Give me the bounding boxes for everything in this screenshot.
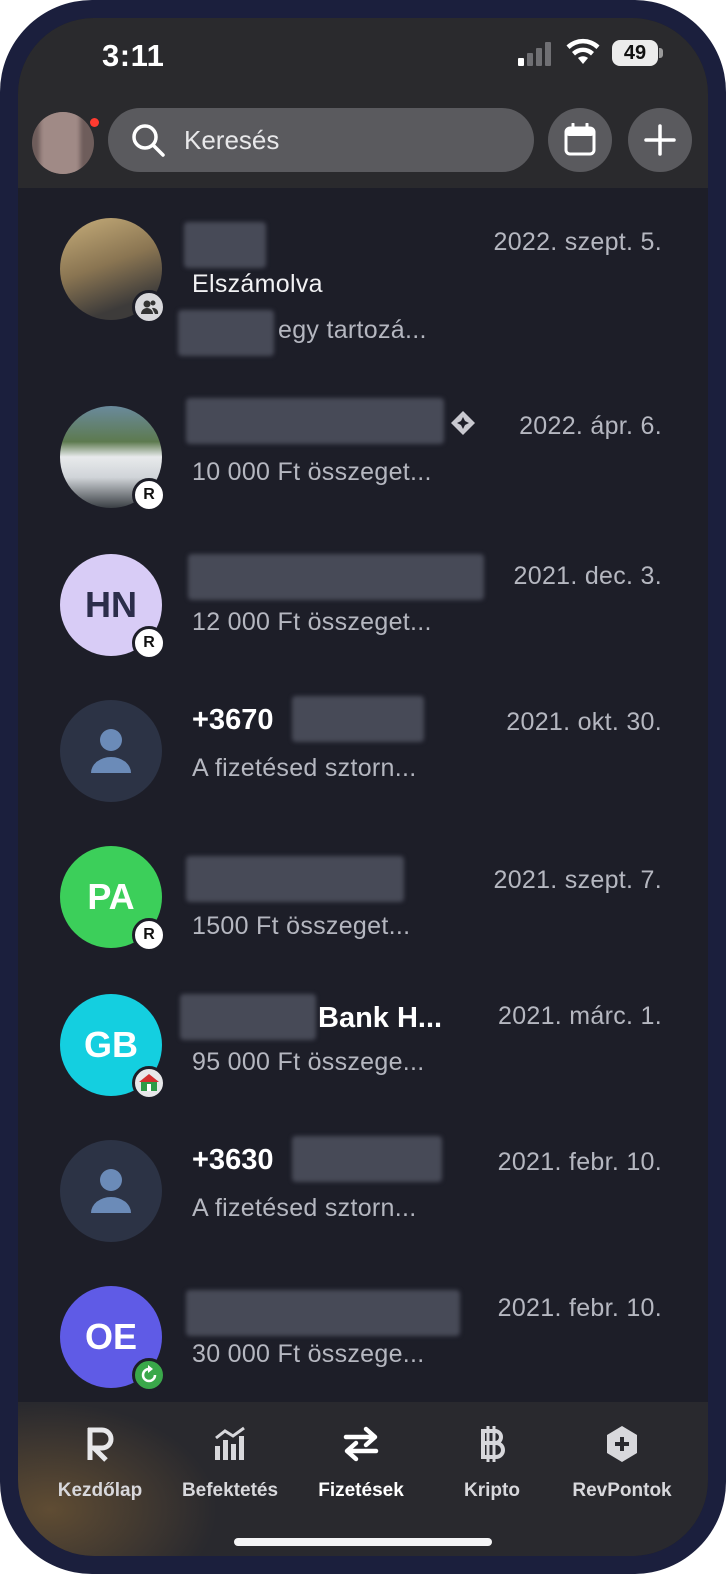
tab-label: Kripto bbox=[464, 1480, 520, 1501]
contact-default-avatar bbox=[60, 700, 162, 802]
revolut-icon: R bbox=[132, 478, 166, 512]
transaction-date: 2021. szept. 7. bbox=[493, 866, 662, 894]
redacted-name bbox=[186, 398, 444, 444]
tab-label: Befektetés bbox=[181, 1480, 279, 1501]
phone-frame: 3:11 49 Keresés 2022. szept. 5. Elszámol… bbox=[0, 0, 726, 1574]
person-icon bbox=[91, 1169, 131, 1213]
transaction-subtitle: A fizetésed sztorn... bbox=[192, 754, 417, 782]
redacted-text bbox=[178, 310, 274, 356]
bank-icon bbox=[132, 1066, 166, 1100]
transaction-subtitle: 1500 Ft összeget... bbox=[192, 912, 411, 940]
contact-phone: +3670 bbox=[192, 704, 274, 736]
search-placeholder: Keresés bbox=[184, 124, 280, 155]
notification-dot bbox=[90, 118, 99, 127]
wifi-icon bbox=[566, 38, 600, 64]
redacted-name bbox=[180, 994, 316, 1040]
person-icon bbox=[91, 729, 131, 773]
hexagon-plus-icon bbox=[552, 1424, 692, 1464]
transaction-date: 2022. szept. 5. bbox=[493, 228, 662, 256]
redacted-name bbox=[186, 856, 404, 902]
transaction-list: 2022. szept. 5. Elszámolva egy tartozá..… bbox=[18, 188, 708, 1402]
calendar-icon bbox=[564, 123, 596, 156]
header: Keresés bbox=[18, 98, 708, 188]
transaction-row[interactable]: R 2022. ápr. 6. 10 000 Ft összeget... bbox=[18, 386, 708, 532]
sparkle-icon bbox=[451, 411, 475, 435]
transaction-date: 2022. ápr. 6. bbox=[519, 412, 662, 440]
transaction-date: 2021. febr. 10. bbox=[497, 1148, 662, 1176]
contact-phone: +3630 bbox=[192, 1144, 274, 1176]
transaction-row[interactable]: 2022. szept. 5. Elszámolva egy tartozá..… bbox=[18, 198, 708, 356]
plus-icon bbox=[644, 124, 676, 156]
battery-indicator: 49 bbox=[612, 40, 658, 66]
transaction-row[interactable]: +3630 2021. febr. 10. A fizetésed sztorn… bbox=[18, 1120, 708, 1266]
search-bar[interactable]: Keresés bbox=[108, 108, 534, 172]
contact-default-avatar bbox=[60, 1140, 162, 1242]
bottom-tab-bar: Kezdőlap Befektetés Fizetések Kripto Rev… bbox=[18, 1402, 708, 1556]
tab-invest[interactable]: Befektetés bbox=[160, 1424, 300, 1502]
calendar-button[interactable] bbox=[548, 108, 612, 172]
transaction-date: 2021. febr. 10. bbox=[497, 1294, 662, 1322]
revolut-icon: R bbox=[132, 626, 166, 660]
transfer-arrows-icon bbox=[291, 1424, 431, 1464]
search-icon bbox=[132, 124, 165, 157]
status-time: 3:11 bbox=[102, 38, 165, 73]
refresh-icon bbox=[132, 1358, 166, 1392]
chart-bars-icon bbox=[160, 1424, 300, 1464]
transaction-row[interactable]: PA R 2021. szept. 7. 1500 Ft összeget... bbox=[18, 826, 708, 972]
tab-revpoints[interactable]: RevPontok bbox=[552, 1424, 692, 1502]
transaction-subtitle: 12 000 Ft összeget... bbox=[192, 608, 432, 636]
revolut-logo-icon bbox=[30, 1424, 170, 1464]
tab-crypto[interactable]: Kripto bbox=[422, 1424, 562, 1502]
contact-name: Bank H... bbox=[318, 1002, 443, 1034]
transaction-subtitle: 30 000 Ft összege... bbox=[192, 1340, 425, 1368]
redacted-phone bbox=[292, 696, 424, 742]
redacted-name bbox=[186, 1290, 460, 1336]
tab-payments[interactable]: Fizetések bbox=[291, 1424, 431, 1502]
bitcoin-icon bbox=[422, 1424, 562, 1464]
home-indicator[interactable] bbox=[234, 1538, 492, 1546]
revolut-icon: R bbox=[132, 918, 166, 952]
tab-home[interactable]: Kezdőlap bbox=[30, 1424, 170, 1502]
status-bar: 3:11 49 bbox=[18, 18, 708, 98]
tab-label: Kezdőlap bbox=[57, 1480, 143, 1501]
group-icon bbox=[132, 290, 166, 324]
transaction-row[interactable]: OE 2021. febr. 10. 30 000 Ft összege... bbox=[18, 1266, 708, 1412]
transaction-subtitle: egy tartozá... bbox=[278, 316, 427, 344]
tab-label: Fizetések bbox=[318, 1480, 404, 1501]
transaction-date: 2021. dec. 3. bbox=[513, 562, 662, 590]
transaction-subtitle: 10 000 Ft összeget... bbox=[192, 458, 432, 486]
cellular-signal-icon bbox=[518, 42, 554, 66]
transaction-date: 2021. márc. 1. bbox=[497, 1002, 662, 1030]
transaction-row[interactable]: HN R 2021. dec. 3. 12 000 Ft összeget... bbox=[18, 534, 708, 680]
transaction-subtitle: 95 000 Ft összege... bbox=[192, 1048, 425, 1076]
screen: 3:11 49 Keresés 2022. szept. 5. Elszámol… bbox=[18, 18, 708, 1556]
redacted-phone bbox=[292, 1136, 442, 1182]
battery-tip bbox=[659, 48, 663, 58]
transaction-row[interactable]: +3670 2021. okt. 30. A fizetésed sztorn.… bbox=[18, 680, 708, 826]
transaction-row[interactable]: GB Bank H... 2021. márc. 1. 95 000 Ft ös… bbox=[18, 974, 708, 1120]
redacted-name bbox=[188, 554, 484, 600]
redacted-name bbox=[184, 222, 266, 268]
transaction-subtitle: A fizetésed sztorn... bbox=[192, 1194, 417, 1222]
profile-avatar[interactable] bbox=[32, 112, 94, 174]
transaction-status: Elszámolva bbox=[192, 270, 323, 298]
add-button[interactable] bbox=[628, 108, 692, 172]
transaction-date: 2021. okt. 30. bbox=[506, 708, 662, 736]
tab-label: RevPontok bbox=[572, 1480, 672, 1501]
